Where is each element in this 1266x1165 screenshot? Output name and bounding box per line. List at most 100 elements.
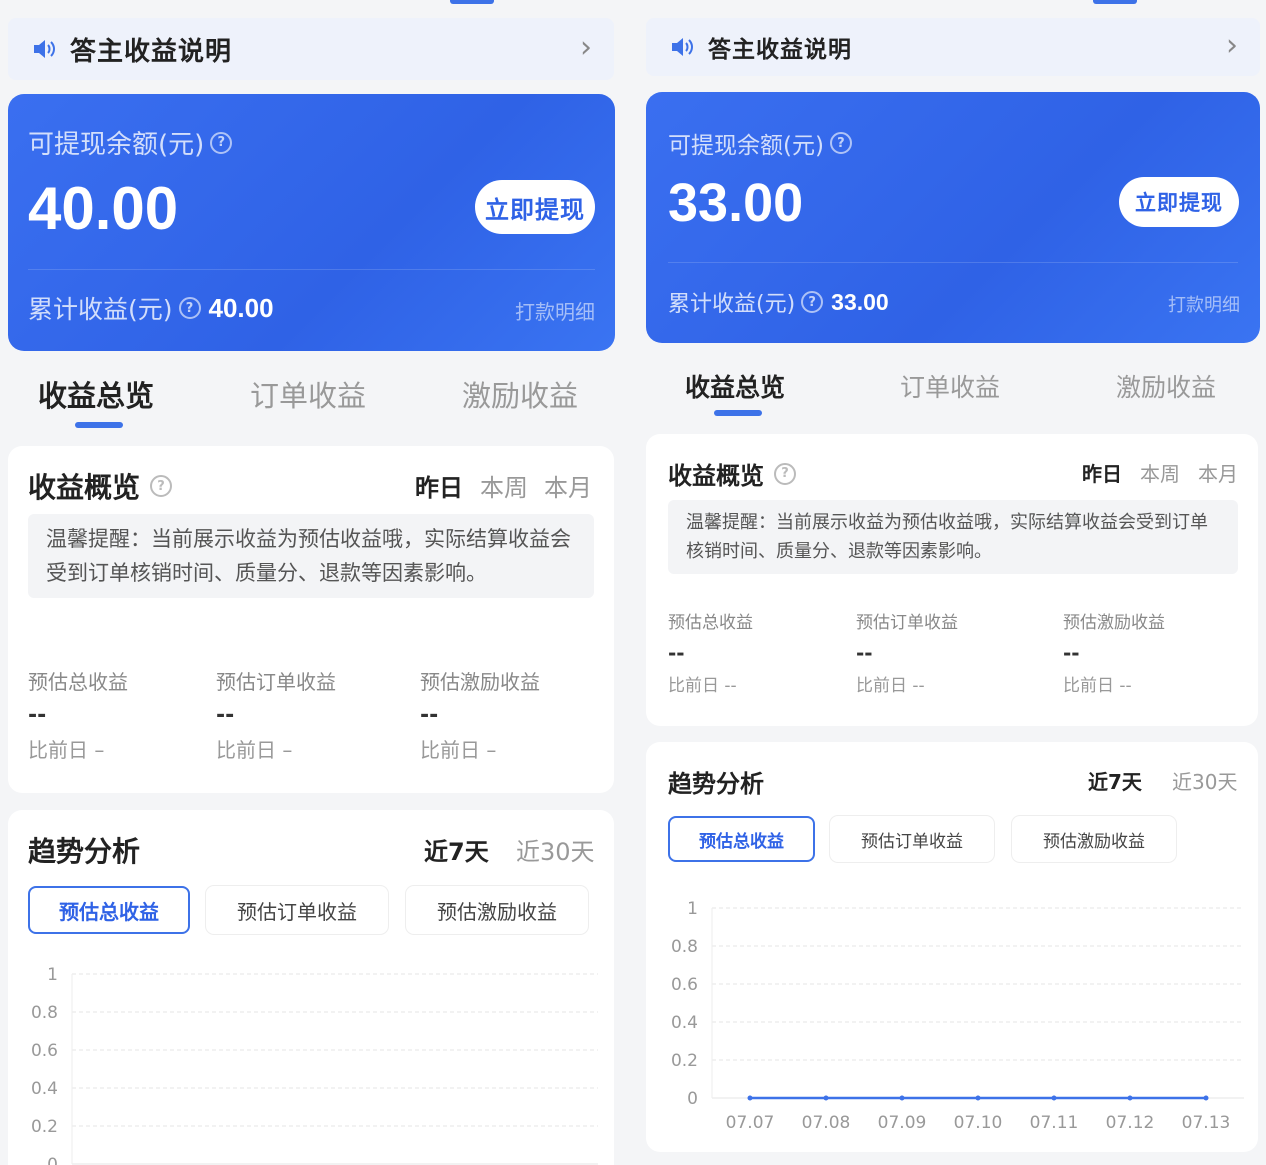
balance-card: 可提现余额(元) ? 40.00 立即提现 累计收益(元) ? 40.00 打款… [8,94,615,351]
data-point [1127,1095,1133,1101]
y-tick-label: 0.2 [671,1051,698,1071]
withdraw-button[interactable]: 立即提现 [1119,177,1239,227]
trend-title: 趋势分析 [668,770,764,798]
tab-incentive-earnings[interactable]: 激励收益 [462,373,578,415]
right-screen: 答主收益说明 › 可提现余额(元) ? 33.00 立即提现 累计收益(元) ?… [638,0,1266,1165]
top-indicator [1093,0,1137,4]
data-point [1051,1095,1057,1101]
top-indicator [450,0,494,4]
balance-card: 可提现余额(元) ? 33.00 立即提现 累计收益(元) ? 33.00 打款… [646,92,1260,343]
range-7-days[interactable]: 近7天 [424,832,489,867]
x-tick-label: 07.07 [726,1113,775,1133]
period-this-month[interactable]: 本月 [1198,458,1238,487]
help-icon[interactable]: ? [801,291,824,313]
help-icon[interactable]: ? [774,462,796,485]
chevron-right-icon: › [1226,28,1238,63]
period-yesterday[interactable]: 昨日 [415,468,463,503]
help-icon[interactable]: ? [178,297,201,319]
metric-incentive: 预估激励收益 -- 比前日 – [420,670,540,762]
withdraw-button[interactable]: 立即提现 [475,180,595,234]
payment-details-link[interactable]: 打款明细 [1168,291,1240,317]
speaker-icon [32,38,58,60]
cumulative-earnings: 累计收益(元) ? 33.00 [668,288,889,318]
chevron-right-icon: › [580,30,592,65]
active-tab-indicator [75,422,123,428]
help-icon[interactable]: ? [150,475,173,497]
trend-chart: 0 0.2 0.4 0.6 0.8 1 [31,965,598,1165]
withdrawable-amount: 40.00 [28,175,179,242]
tab-order-earnings[interactable]: 订单收益 [900,368,1000,404]
x-tick-label: 07.13 [1182,1113,1231,1133]
payment-details-link[interactable]: 打款明细 [515,296,595,325]
earnings-overview-panel: 收益概览 ? 昨日 本周 本月 温馨提醒：当前展示收益为预估收益哦，实际结算收益… [8,446,614,793]
y-tick-label: 0.4 [671,1013,698,1033]
trend-analysis-panel: 趋势分析 近7天 近30天 预估总收益 预估订单收益 预估激励收益 0 0.2 0.… [8,810,614,1165]
cumulative-earnings: 累计收益(元) ? 40.00 [28,292,274,325]
data-point [747,1095,753,1101]
help-icon[interactable]: ? [210,131,233,154]
y-tick-label: 0.4 [31,1079,58,1099]
period-this-month[interactable]: 本月 [544,468,592,503]
withdrawable-amount: 33.00 [668,173,804,233]
y-tick-label: 1 [47,965,58,985]
pill-incentive-earnings[interactable]: 预估激励收益 [406,886,588,934]
trend-title: 趋势分析 [28,835,141,868]
y-tick-label: 1 [687,899,698,919]
range-7-days[interactable]: 近7天 [1088,766,1142,795]
y-tick-label: 0.8 [31,1003,58,1023]
tab-order-earnings[interactable]: 订单收益 [250,373,366,415]
range-30-days[interactable]: 近30天 [1172,766,1237,795]
trend-chart: 0 0.2 0.4 0.6 0.8 1 07.07 07.08 07.09 07.10 07.11 0… [671,899,1244,1133]
data-point [975,1095,981,1101]
y-tick-label: 0.6 [31,1041,58,1061]
cumulative-value: 40.00 [208,292,274,323]
reminder-tip: 温馨提醒：当前展示收益为预估收益哦，实际结算收益会受到订单核销时间、质量分、退款… [668,500,1238,574]
metric-order: 预估订单收益 -- 比前日 – [216,670,336,762]
active-tab-indicator [714,410,762,416]
screen-divider [628,0,638,1165]
overview-title: 收益概览 ? [668,456,796,491]
notice-text: 答主收益说明 [708,37,852,63]
withdrawable-label: 可提现余额(元) ? [28,124,233,161]
tab-incentive-earnings[interactable]: 激励收益 [1116,368,1216,404]
y-tick-label: 0.2 [31,1117,58,1137]
range-30-days[interactable]: 近30天 [516,832,595,867]
left-screen: 答主收益说明 › 可提现余额(元) ? 40.00 立即提现 累计收益(元) ?… [0,0,628,1165]
withdrawable-label: 可提现余额(元) ? [668,126,852,160]
y-tick-label: 0.6 [671,975,698,995]
metric-incentive: 预估激励收益 -- 比前日 -- [1063,613,1165,696]
period-yesterday[interactable]: 昨日 [1082,458,1122,487]
help-icon[interactable]: ? [829,132,852,154]
pill-order-earnings[interactable]: 预估订单收益 [206,886,388,934]
x-tick-label: 07.08 [802,1113,851,1133]
card-divider [28,269,595,270]
tab-earnings-overview[interactable]: 收益总览 [685,368,785,404]
data-point [1203,1095,1209,1101]
card-divider [668,262,1238,263]
pill-incentive-earnings[interactable]: 预估激励收益 [1012,816,1176,862]
earnings-notice-bar[interactable]: 答主收益说明 › [8,18,614,80]
period-this-week[interactable]: 本周 [480,468,528,503]
trend-analysis-panel: 趋势分析 近7天 近30天 预估总收益 预估订单收益 预估激励收益 0 0.2 0.… [646,742,1258,1152]
x-tick-label: 07.09 [878,1113,927,1133]
pill-total-earnings[interactable]: 预估总收益 [668,816,815,862]
reminder-tip: 温馨提醒：当前展示收益为预估收益哦，实际结算收益会受到订单核销时间、质量分、退款… [28,514,594,598]
y-tick-label: 0 [47,1155,58,1165]
pill-order-earnings[interactable]: 预估订单收益 [830,816,994,862]
metric-total: 预估总收益 -- 比前日 -- [668,613,753,696]
tab-earnings-overview[interactable]: 收益总览 [38,373,154,415]
y-tick-label: 0 [687,1089,698,1109]
pill-total-earnings[interactable]: 预估总收益 [28,886,190,934]
cumulative-value: 33.00 [831,288,889,315]
y-tick-label: 0.8 [671,937,698,957]
metric-total: 预估总收益 -- 比前日 – [28,670,128,762]
data-point [823,1095,829,1101]
x-tick-label: 07.11 [1030,1113,1079,1133]
period-this-week[interactable]: 本周 [1140,458,1180,487]
speaker-icon [670,36,696,58]
metric-order: 预估订单收益 -- 比前日 -- [856,613,958,696]
x-tick-label: 07.10 [954,1113,1003,1133]
earnings-notice-bar[interactable]: 答主收益说明 › [646,18,1260,76]
x-tick-label: 07.12 [1106,1113,1155,1133]
data-point [899,1095,905,1101]
